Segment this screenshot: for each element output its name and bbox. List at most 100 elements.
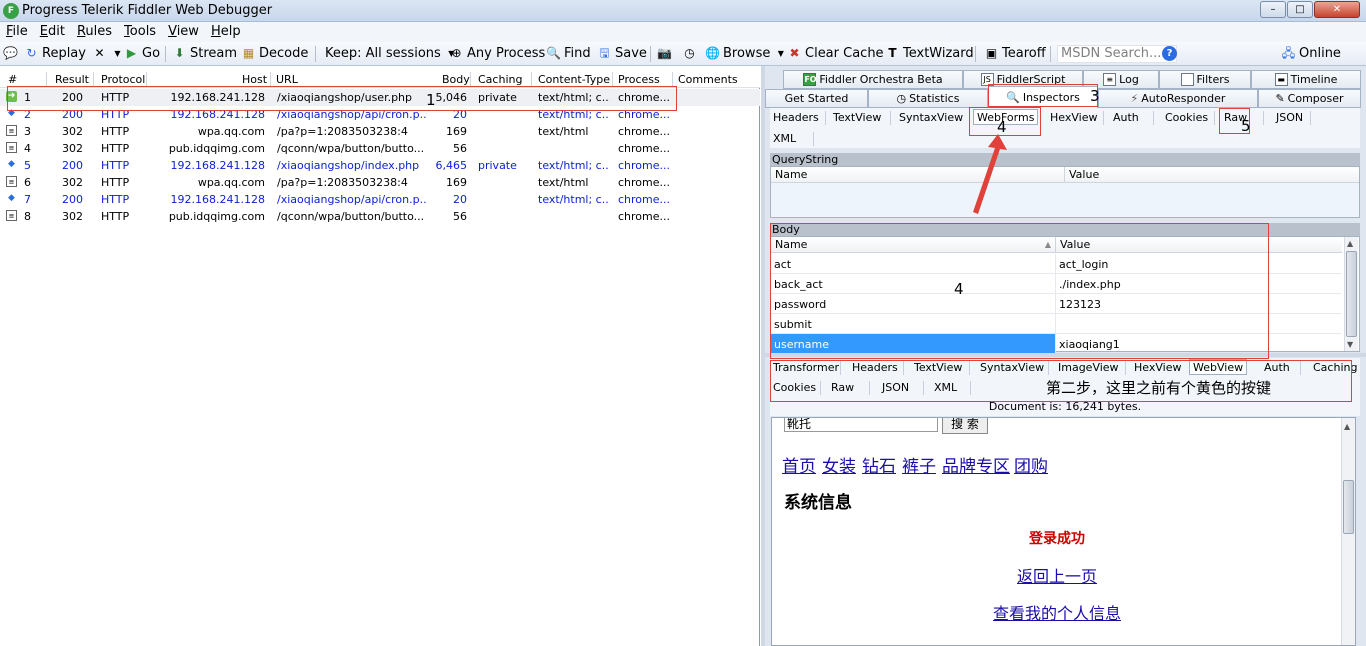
replay-button[interactable]: ↻ Replay: [24, 46, 86, 61]
go-button[interactable]: ▶ Go: [124, 46, 160, 61]
web-nav-pants[interactable]: 裤子: [902, 452, 936, 477]
col-caching[interactable]: Caching: [478, 73, 522, 86]
tab-statistics[interactable]: ◷ Statistics: [868, 89, 988, 108]
tab-composer[interactable]: ✎ Composer: [1258, 89, 1361, 108]
response-webview[interactable]: 靴托 搜 索 首页 女装 钻石 裤子 品牌专区 团购 系统信息 登录成功 返回上…: [771, 417, 1356, 646]
web-back-link[interactable]: 返回上一页: [772, 563, 1342, 587]
online-indicator[interactable]: 🖧 Online: [1281, 46, 1341, 61]
stream-button[interactable]: ⬇ Stream: [172, 46, 237, 61]
resp-tab-json[interactable]: JSON: [879, 380, 912, 396]
col-comments[interactable]: Comments: [678, 73, 738, 86]
col-url[interactable]: URL: [276, 73, 298, 86]
menu-help[interactable]: Help: [205, 22, 247, 39]
resp-tab-caching[interactable]: Caching: [1310, 360, 1360, 376]
col-body[interactable]: Body: [442, 73, 470, 86]
table-row[interactable]: ≡ 6 302 HTTP wpa.qq.com/pa?p=1:2083503238:4 1…: [0, 174, 760, 191]
menu-view[interactable]: View: [162, 22, 205, 39]
timer-button[interactable]: ◷: [682, 46, 697, 61]
table-row[interactable]: ≡ 3 302 HTTP wpa.qq.com/pa?p=1:2083503238:4 1…: [0, 123, 760, 140]
param-value[interactable]: 123123: [1059, 298, 1101, 311]
web-search-button[interactable]: 搜 索: [942, 418, 988, 434]
resp-tab-auth[interactable]: Auth: [1261, 360, 1293, 376]
maximize-button[interactable]: □: [1287, 1, 1313, 18]
resp-tab-webview[interactable]: WebView: [1189, 359, 1248, 375]
web-nav-womens[interactable]: 女装: [822, 452, 856, 477]
body-grid[interactable]: Name ▲ Value act act_login back_act ./index.…: [770, 236, 1360, 354]
resp-tab-textview[interactable]: TextView: [911, 360, 965, 376]
body-col-name[interactable]: Name ▲: [771, 237, 1056, 253]
scroll-up-icon[interactable]: ▲: [1347, 239, 1353, 248]
req-tab-hexview[interactable]: HexView: [1047, 110, 1100, 126]
decode-button[interactable]: ▦ Decode: [241, 46, 309, 61]
table-row[interactable]: ◆ 5 200 HTTP 192.168.241.128/xiaoqiangshop/i…: [0, 157, 760, 174]
resp-tab-cookies[interactable]: Cookies: [770, 380, 819, 396]
table-row[interactable]: ≡ 8 302 HTTP pub.idqqimg.com/qconn/wpa/butto…: [0, 208, 760, 225]
web-nav-brands[interactable]: 品牌专区: [942, 452, 1010, 477]
sessions-list[interactable]: # Result Protocol Host URL Body Caching …: [0, 70, 760, 646]
find-button[interactable]: 🔍 Find: [546, 46, 591, 61]
body-col-value[interactable]: Value: [1056, 237, 1342, 253]
resp-tab-raw[interactable]: Raw: [828, 380, 857, 396]
menu-file[interactable]: File: [0, 22, 34, 39]
req-tab-auth[interactable]: Auth: [1110, 110, 1142, 126]
param-name[interactable]: password: [771, 294, 1056, 313]
querystring-grid[interactable]: Name Value: [770, 166, 1360, 218]
qs-col-value[interactable]: Value: [1065, 167, 1359, 183]
tab-autoresponder[interactable]: ⚡ AutoResponder: [1098, 89, 1258, 108]
body-param-row[interactable]: password 123123: [771, 294, 1341, 314]
comment-button[interactable]: 💬: [3, 46, 18, 61]
col-process[interactable]: Process: [618, 73, 660, 86]
tab-inspectors[interactable]: 🔍 Inspectors: [988, 86, 1098, 108]
table-row[interactable]: ◆ 2 200 HTTP 192.168.241.128/xiaoqiangshop/a…: [0, 106, 760, 123]
body-param-row[interactable]: act act_login: [771, 254, 1341, 274]
close-button[interactable]: ✕: [1314, 1, 1360, 18]
body-param-row[interactable]: back_act ./index.php: [771, 274, 1341, 294]
resp-tab-hexview[interactable]: HexView: [1131, 360, 1184, 376]
any-process-button[interactable]: ⊕ Any Process: [449, 46, 545, 61]
resp-tab-syntaxview[interactable]: SyntaxView: [977, 360, 1047, 376]
scroll-down-icon[interactable]: ▼: [1347, 340, 1353, 349]
web-nav-diamond[interactable]: 钻石: [862, 452, 896, 477]
web-nav-group-buy[interactable]: 团购: [1014, 452, 1048, 477]
table-row[interactable]: ≡ 4 302 HTTP pub.idqqimg.com/qconn/wpa/butto…: [0, 140, 760, 157]
qs-col-name[interactable]: Name: [771, 167, 1065, 183]
req-tab-syntaxview[interactable]: SyntaxView: [896, 110, 966, 126]
param-name[interactable]: username: [771, 334, 1056, 353]
req-tab-xml[interactable]: XML: [770, 131, 799, 147]
clear-cache-button[interactable]: ✖ Clear Cache: [787, 46, 883, 61]
tab-fiddler-orchestra[interactable]: FO Fiddler Orchestra Beta: [783, 70, 963, 89]
minimize-button[interactable]: –: [1260, 1, 1286, 18]
col-content-type[interactable]: Content-Type: [538, 73, 610, 86]
req-tab-textview[interactable]: TextView: [830, 110, 884, 126]
keep-sessions-dropdown[interactable]: Keep: All sessions ▼: [325, 46, 459, 61]
web-search-input[interactable]: 靴托: [784, 418, 938, 432]
resp-tab-headers[interactable]: Headers: [849, 360, 901, 376]
scroll-thumb[interactable]: [1343, 480, 1354, 534]
table-row[interactable]: ◆ 7 200 HTTP 192.168.241.128/xiaoqiangshop/a…: [0, 191, 760, 208]
param-value[interactable]: xiaoqiang1: [1059, 338, 1120, 351]
param-name[interactable]: back_act: [771, 274, 1056, 293]
col-number[interactable]: #: [8, 73, 17, 86]
tab-filters[interactable]: Filters: [1159, 70, 1251, 89]
col-protocol[interactable]: Protocol: [101, 73, 145, 86]
param-name[interactable]: submit: [771, 314, 1056, 333]
resp-tab-imageview[interactable]: ImageView: [1055, 360, 1122, 376]
scroll-up-icon[interactable]: ▲: [1344, 422, 1350, 431]
resp-tab-transformer[interactable]: Transformer: [770, 360, 842, 376]
web-profile-link[interactable]: 查看我的个人信息: [772, 600, 1342, 624]
screenshot-button[interactable]: 📷: [657, 46, 672, 61]
web-nav-home[interactable]: 首页: [782, 452, 816, 477]
col-host[interactable]: Host: [242, 73, 267, 86]
horizontal-splitter[interactable]: [765, 353, 1366, 357]
body-param-row[interactable]: submit: [771, 314, 1341, 334]
tab-timeline[interactable]: ▬ Timeline: [1251, 70, 1361, 89]
body-scrollbar[interactable]: ▲ ▼: [1344, 237, 1358, 351]
browse-button[interactable]: 🌐 Browse ▼: [705, 46, 788, 61]
req-tab-cookies[interactable]: Cookies: [1162, 110, 1211, 126]
table-row[interactable]: ➜ 1 200 HTTP 192.168.241.128/xiaoqiangshop/u…: [0, 89, 760, 106]
menu-rules[interactable]: Rules: [71, 22, 118, 39]
webview-scrollbar[interactable]: ▲: [1341, 418, 1355, 645]
req-tab-headers[interactable]: Headers: [770, 110, 822, 126]
resp-tab-xml[interactable]: XML: [931, 380, 960, 396]
req-tab-json[interactable]: JSON: [1273, 110, 1306, 126]
